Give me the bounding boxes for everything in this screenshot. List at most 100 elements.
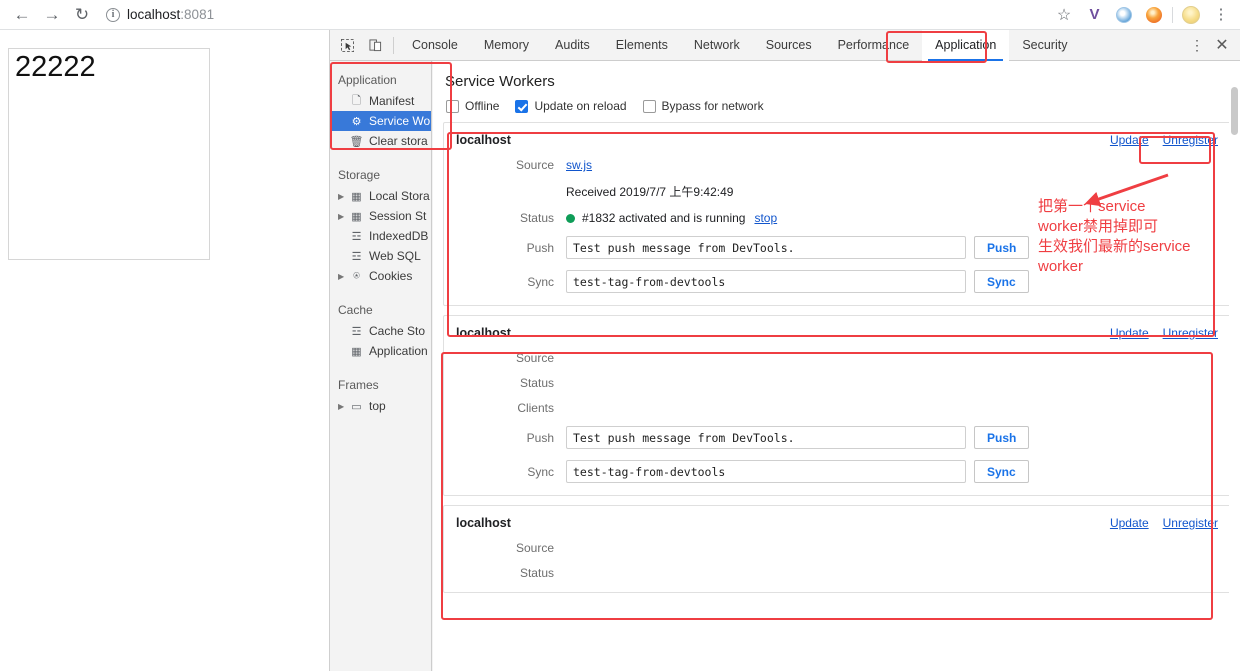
- sidebar-item-wrap: ▦ Application: [330, 341, 431, 361]
- sidebar-item-top[interactable]: ▶ ▭ top: [330, 396, 431, 416]
- reload-icon[interactable]: ↻: [68, 2, 96, 28]
- chevron-right-icon[interactable]: ▶: [338, 212, 346, 221]
- forward-icon[interactable]: →: [38, 2, 66, 28]
- sidebar-item-web-sql[interactable]: ☲ Web SQL: [330, 246, 431, 266]
- checkbox-update-on-reload[interactable]: [515, 99, 529, 113]
- tab-console[interactable]: Console: [399, 30, 471, 61]
- browser-toolbar: ← → ↻ i localhost:8081 ☆ V ⋮: [0, 0, 1240, 29]
- chrome-menu-icon[interactable]: ⋮: [1206, 0, 1236, 29]
- page-title: Service Workers: [445, 73, 555, 90]
- clients-row: Clients: [456, 401, 1218, 415]
- tab-label: Application: [935, 38, 997, 52]
- devtools-scrollbar[interactable]: [1229, 61, 1240, 671]
- sidebar-item-label: Cache Sto: [369, 324, 426, 338]
- push-button[interactable]: Push: [974, 236, 1030, 259]
- chevron-right-icon[interactable]: ▶: [338, 402, 346, 411]
- sync-tag-input[interactable]: [566, 460, 966, 483]
- clients-row-label: Clients: [517, 401, 554, 415]
- tab-security[interactable]: Security: [1009, 30, 1080, 61]
- service-worker-origin: localhost: [456, 133, 511, 147]
- tab-audits[interactable]: Audits: [542, 30, 603, 61]
- source-file-link[interactable]: sw.js: [566, 158, 592, 172]
- site-info-icon[interactable]: i: [106, 7, 120, 22]
- chevron-right-icon[interactable]: ▶: [338, 192, 346, 201]
- v-glyph: V: [1089, 6, 1099, 23]
- address-bar[interactable]: i localhost:8081: [106, 4, 986, 26]
- stop-link[interactable]: stop: [754, 211, 777, 225]
- devtools-scrollbar-thumb[interactable]: [1231, 87, 1238, 135]
- sidebar-item-cookies[interactable]: ▶ ⍟ Cookies: [330, 266, 431, 286]
- sidebar-item-label: Clear stora: [369, 134, 428, 148]
- profile-avatar-icon[interactable]: [1176, 0, 1206, 29]
- sync-tag-input[interactable]: [566, 270, 966, 293]
- unregister-link[interactable]: Unregister: [1163, 516, 1218, 530]
- url-text: localhost:8081: [127, 7, 214, 22]
- tab-label: Elements: [615, 38, 668, 52]
- update-link[interactable]: Update: [1110, 326, 1149, 340]
- tab-label: Network: [693, 38, 740, 52]
- tab-network[interactable]: Network: [681, 30, 753, 61]
- push-button[interactable]: Push: [974, 426, 1030, 449]
- update-link[interactable]: Update: [1110, 516, 1149, 530]
- sync-button[interactable]: Sync: [974, 270, 1029, 293]
- service-worker-origin: localhost: [456, 516, 511, 530]
- sidebar-item-label: Session St: [369, 209, 427, 223]
- sidebar-item-local-stora[interactable]: ▶ ▦ Local Stora: [330, 186, 431, 206]
- push-message-input[interactable]: [566, 426, 966, 449]
- update-link[interactable]: Update: [1110, 133, 1149, 147]
- browser-toolbar-right: ☆ V ⋮: [1049, 0, 1240, 29]
- device-toolbar-icon[interactable]: [362, 32, 388, 58]
- sidebar-item-application[interactable]: ▦ Application: [330, 341, 431, 361]
- sidebar-item-service-wo[interactable]: ⚙ Service Wo: [330, 111, 431, 131]
- extension-orange-orb-icon[interactable]: [1139, 0, 1169, 29]
- tab-performance[interactable]: Performance: [825, 30, 923, 61]
- database-icon: ☲: [351, 230, 362, 243]
- devtools-tabbar-divider: [393, 36, 394, 54]
- option-bypass-for-network[interactable]: Bypass for network: [642, 99, 764, 113]
- tab-memory[interactable]: Memory: [471, 30, 542, 61]
- devtools-more-icon[interactable]: ⋮: [1187, 38, 1207, 52]
- sidebar-item-session-st[interactable]: ▶ ▦ Session St: [330, 206, 431, 226]
- devtools-tab-list: Console Memory Audits Elements Network Source…: [399, 29, 1080, 61]
- checkbox-bypass-for-network[interactable]: [642, 99, 656, 113]
- service-worker-actions: Update Unregister: [1110, 516, 1218, 530]
- chevron-right-icon[interactable]: ▶: [338, 272, 346, 281]
- option-offline[interactable]: Offline: [446, 99, 499, 113]
- source-row-label: Source: [515, 351, 554, 365]
- unregister-link[interactable]: Unregister: [1163, 326, 1218, 340]
- option-update-on-reload[interactable]: Update on reload: [515, 99, 627, 113]
- back-icon[interactable]: ←: [8, 2, 36, 28]
- option-label: Bypass for network: [661, 99, 764, 113]
- checkbox-offline[interactable]: [446, 99, 459, 113]
- tab-application[interactable]: Application: [922, 29, 1010, 61]
- extension-blue-orb-icon[interactable]: [1109, 0, 1139, 29]
- devtools-tabbar-controls: ⋮ ✕: [1187, 35, 1240, 55]
- sidebar-section-gap: [330, 286, 431, 298]
- sidebar-item-manifest[interactable]: 🗋 Manifest: [330, 91, 431, 111]
- push-message-input[interactable]: [566, 236, 966, 259]
- unregister-link[interactable]: Unregister: [1163, 133, 1218, 147]
- annotation-note-text: 把第一个service worker禁用掉即可 生效我们最新的service w…: [1038, 198, 1191, 275]
- blue-orb-shape: [1116, 6, 1132, 23]
- bookmark-star-icon[interactable]: ☆: [1049, 0, 1079, 29]
- sidebar-item-indexeddb[interactable]: ☲ IndexedDB: [330, 226, 431, 246]
- sidebar-item-wrap: ▶ ⍟ Cookies: [330, 266, 431, 286]
- cache-storage-icon: ☲: [351, 325, 362, 338]
- tab-sources[interactable]: Sources: [753, 30, 825, 61]
- sidebar-item-wrap: 🗑 Clear stora: [330, 131, 431, 151]
- sync-button[interactable]: Sync: [974, 460, 1029, 483]
- sidebar-item-clear-stora[interactable]: 🗑 Clear stora: [330, 131, 431, 151]
- service-worker-card-header: localhost Update Unregister: [456, 516, 1218, 530]
- service-worker-actions: Update Unregister: [1110, 133, 1218, 147]
- sidebar-section-title-application: Application: [338, 73, 397, 87]
- sidebar-item-label: Service Wo: [369, 114, 431, 128]
- url-port: :8081: [180, 7, 215, 22]
- devtools-close-icon[interactable]: ✕: [1211, 35, 1233, 55]
- source-row-label: Source: [515, 541, 554, 555]
- inspect-element-icon[interactable]: [334, 32, 360, 58]
- sidebar-item-cache-sto[interactable]: ☲ Cache Sto: [330, 321, 431, 341]
- extension-v-icon[interactable]: V: [1079, 0, 1109, 29]
- service-worker-origin: localhost: [456, 326, 511, 340]
- source-value[interactable]: sw.js: [566, 158, 592, 172]
- tab-elements[interactable]: Elements: [603, 30, 681, 61]
